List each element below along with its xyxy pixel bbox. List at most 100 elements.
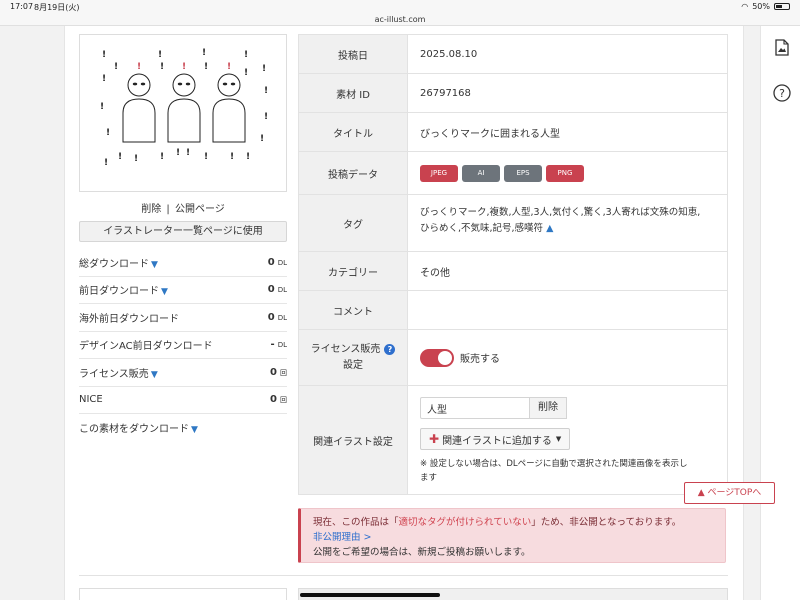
stat-yesterday-downloads: 前日ダウンロード ▼ 0 DL [79, 277, 287, 304]
license-sale-toggle[interactable] [420, 348, 454, 367]
svg-text:!: ! [204, 62, 208, 72]
stat-overseas-yesterday-downloads: 海外前日ダウンロード 0 DL [79, 304, 287, 332]
home-indicator[interactable] [300, 593, 440, 597]
row-title: タイトル びっくりマークに囲まれる人型 [298, 113, 728, 152]
row-tags: タグ びっくりマーク,複数,人型,3人,気付く,驚く,3人寄れば文殊の知恵, ひ… [298, 195, 728, 252]
format-list: JPEG AI EPS PNG [408, 152, 728, 194]
alert-text-repost: 公開をご希望の場合は、新規ご投稿お願いします。 [313, 547, 531, 558]
collapse-tags-icon[interactable]: ▲ [546, 223, 553, 234]
stat-value: 0 [270, 394, 277, 406]
address-bar[interactable]: ac-illust.com [0, 14, 800, 26]
use-on-illustrator-list-button[interactable]: イラストレーター一覧ページに使用 [79, 221, 287, 242]
category-value: その他 [408, 252, 728, 290]
svg-text:!: ! [114, 62, 118, 72]
row-post-data: 投稿データ JPEG AI EPS PNG [298, 152, 728, 195]
expand-arrow-icon[interactable]: ▼ [161, 287, 168, 297]
row-header: タグ [298, 195, 408, 251]
battery-icon [774, 3, 790, 10]
stat-label: 前日ダウンロード [79, 286, 159, 298]
add-related-label: 関連イラストに追加する [442, 435, 552, 447]
add-related-illust-button[interactable]: ✚ 関連イラストに追加する ▼ [420, 428, 571, 450]
format-jpeg-button[interactable]: JPEG [420, 164, 458, 182]
row-header: 投稿データ [298, 152, 408, 194]
stat-unit: DL [277, 313, 287, 322]
row-post-date: 投稿日 2025.08.10 [298, 35, 728, 74]
svg-text:!: ! [244, 68, 248, 78]
row-header: タイトル [298, 113, 408, 151]
svg-text:!: ! [176, 148, 180, 158]
public-page-link[interactable]: 公開ページ [175, 204, 225, 215]
row-header: カテゴリー [298, 252, 408, 290]
stat-label: デザインAC前日ダウンロード [79, 341, 213, 353]
wifi-icon: ◠ [741, 2, 749, 11]
svg-text:!: ! [246, 152, 250, 162]
svg-text:!: ! [106, 128, 110, 138]
svg-text:!: ! [102, 74, 106, 84]
illustration-image: ! ! ! !!! !!! !!! !!! !!! !!! !!! !!! [100, 48, 268, 168]
stat-value: 0 [270, 366, 277, 378]
expand-arrow-icon[interactable]: ▼ [151, 370, 158, 380]
url-text: ac-illust.com [374, 15, 426, 24]
expand-arrow-icon[interactable]: ▼ [191, 425, 198, 435]
title-value: びっくりマークに囲まれる人型 [408, 113, 728, 151]
expand-arrow-icon[interactable]: ▼ [151, 260, 158, 270]
svg-text:!: ! [230, 152, 234, 162]
format-png-button[interactable]: PNG [546, 164, 584, 182]
illustration-thumbnail[interactable]: ! ! ! !!! !!! !!! !!! !!! !!! !!! !!! [79, 34, 287, 192]
stat-unit: DL [277, 286, 287, 295]
related-note-line-2: ます [420, 473, 438, 483]
related-tag-input[interactable] [420, 397, 530, 419]
license-help-icon[interactable]: ? [384, 343, 396, 355]
license-value: 販売する [408, 330, 728, 385]
svg-text:?: ? [779, 87, 785, 100]
stats-list: 総ダウンロード ▼ 0 DL 前日ダウンロード ▼ 0 DL 海外前日ダウンロード 0D… [79, 249, 287, 442]
section-divider [79, 575, 728, 576]
image-file-icon[interactable] [773, 38, 791, 56]
stat-label: NICE [79, 394, 103, 406]
row-header: ライセンス販売? 設定 [298, 330, 408, 385]
svg-text:!: ! [134, 154, 138, 164]
format-eps-button[interactable]: EPS [504, 164, 542, 182]
related-note-line-1: ※ 設定しない場合は、DLページに自動で選択された関連画像を表示し [420, 459, 688, 469]
svg-text:!: ! [262, 64, 266, 74]
stat-download-this-material[interactable]: この素材をダウンロード ▼ [79, 414, 287, 442]
page-top-button[interactable]: ▲ ページTOPへ [684, 482, 775, 504]
caret-down-icon: ▼ [555, 435, 562, 443]
help-icon[interactable]: ? [773, 84, 791, 102]
tags-line-2: ひらめく,不気味,記号,感嘆符 [420, 223, 544, 234]
svg-text:!: ! [264, 112, 268, 122]
right-sidebar: ? [760, 26, 800, 600]
svg-text:!: ! [182, 62, 186, 72]
svg-text:!: ! [204, 152, 208, 162]
private-reason-link[interactable]: 非公開理由 > [313, 530, 713, 545]
stat-unit: DL [277, 341, 287, 350]
row-license: ライセンス販売? 設定 販売する [298, 330, 728, 386]
tags-value: びっくりマーク,複数,人型,3人,気付く,驚く,3人寄れば文殊の知恵, ひらめく… [408, 195, 728, 251]
svg-text:!: ! [118, 152, 122, 162]
comment-value [408, 291, 728, 329]
detail-table: 投稿日 2025.08.10 素材 ID 26797168 タイトル びっくりマ… [298, 34, 728, 495]
stat-label: この素材をダウンロード [79, 424, 189, 436]
stat-nice: NICE 0回 [79, 387, 287, 414]
stat-label: ライセンス販売 [79, 368, 149, 380]
svg-text:!: ! [102, 50, 106, 60]
svg-text:!: ! [260, 134, 264, 144]
status-date: 8月19日(火) [34, 3, 80, 12]
related-value: 削除 ✚ 関連イラストに追加する ▼ ※ 設定しない場合は、DLページに自動で選… [408, 386, 728, 494]
battery-text: 50% [752, 2, 770, 11]
thumbnail-links: 削除 | 公開ページ [79, 200, 287, 215]
status-time: 17:07 [10, 2, 34, 11]
row-comment: コメント [298, 291, 728, 330]
stat-value: 0 [267, 311, 275, 323]
license-label: ライセンス販売 [310, 343, 381, 355]
related-delete-button[interactable]: 削除 [530, 397, 567, 419]
format-ai-button[interactable]: AI [462, 164, 500, 182]
delete-link[interactable]: 削除 [141, 204, 161, 215]
license-label-2: 設定 [343, 359, 363, 371]
material-id-value: 26797168 [408, 74, 728, 112]
row-header: 素材 ID [298, 74, 408, 112]
stat-value: - [270, 339, 275, 351]
row-header: 関連イラスト設定 [298, 386, 408, 494]
status-bar: 17:07 8月19日(火) ◠ 50% [0, 0, 800, 14]
stat-label: 海外前日ダウンロード [79, 313, 179, 325]
